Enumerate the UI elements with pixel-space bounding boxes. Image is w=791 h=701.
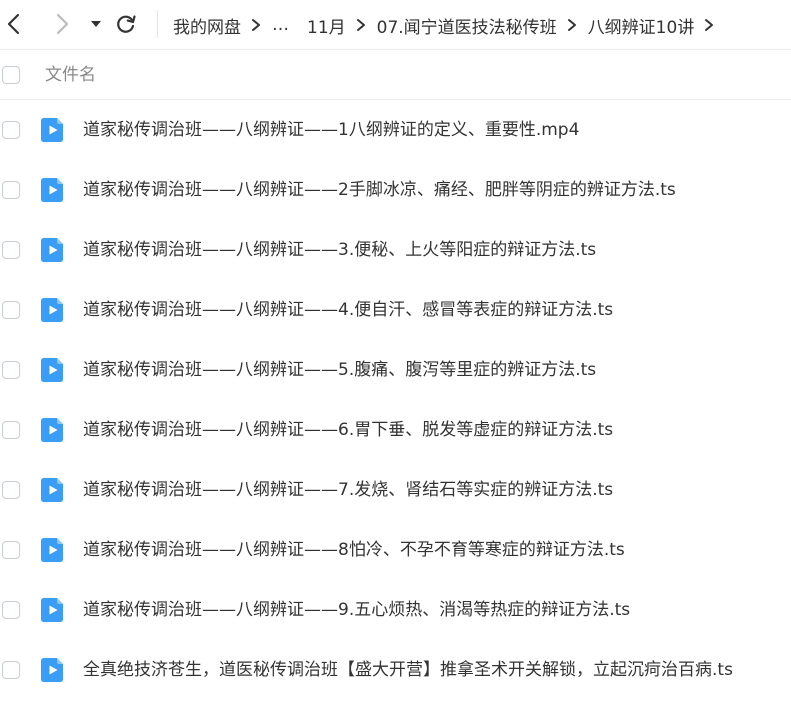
file-row[interactable]: 道家秘传调治班——八纲辨证——1八纲辨证的定义、重要性.mp4 bbox=[0, 100, 791, 160]
row-checkbox[interactable] bbox=[2, 601, 20, 619]
file-row[interactable]: 道家秘传调治班——八纲辨证——9.五心烦热、消渴等热症的辩证方法.ts bbox=[0, 580, 791, 640]
file-name[interactable]: 道家秘传调治班——八纲辨证——4.便自汗、感冒等表症的辩证方法.ts bbox=[83, 280, 613, 340]
row-checkbox[interactable] bbox=[2, 421, 20, 439]
video-file-icon bbox=[40, 417, 66, 443]
top-toolbar: 我的网盘 … 11月 07.闻宁道医技法秘传班 八纲辨证10讲 bbox=[0, 0, 791, 50]
column-header-filename[interactable]: 文件名 bbox=[45, 50, 96, 100]
video-file-icon bbox=[40, 357, 66, 383]
row-checkbox[interactable] bbox=[2, 661, 20, 679]
chevron-right-icon bbox=[251, 18, 261, 32]
file-name[interactable]: 道家秘传调治班——八纲辨证——1八纲辨证的定义、重要性.mp4 bbox=[83, 100, 579, 160]
file-name[interactable]: 道家秘传调治班——八纲辨证——8怕冷、不孕不育等寒症的辩证方法.ts bbox=[83, 520, 625, 580]
file-name[interactable]: 道家秘传调治班——八纲辨证——7.发烧、肾结石等实症的辨证方法.ts bbox=[83, 460, 613, 520]
video-file-icon bbox=[40, 657, 66, 683]
chevron-right-icon bbox=[567, 18, 577, 32]
breadcrumb-item-root[interactable]: 我的网盘 bbox=[173, 13, 241, 38]
file-row[interactable]: 道家秘传调治班——八纲辨证——6.胃下垂、脱发等虚症的辩证方法.ts bbox=[0, 400, 791, 460]
row-checkbox[interactable] bbox=[2, 301, 20, 319]
file-list: 道家秘传调治班——八纲辨证——1八纲辨证的定义、重要性.mp4 道家秘传调治班——… bbox=[0, 100, 791, 700]
file-name[interactable]: 道家秘传调治班——八纲辨证——9.五心烦热、消渴等热症的辩证方法.ts bbox=[83, 580, 630, 640]
file-row[interactable]: 道家秘传调治班——八纲辨证——7.发烧、肾结石等实症的辨证方法.ts bbox=[0, 460, 791, 520]
file-name[interactable]: 道家秘传调治班——八纲辨证——6.胃下垂、脱发等虚症的辩证方法.ts bbox=[83, 400, 613, 460]
row-checkbox[interactable] bbox=[2, 541, 20, 559]
file-row[interactable]: 道家秘传调治班——八纲辨证——5.腹痛、腹泻等里症的辨证方法.ts bbox=[0, 340, 791, 400]
breadcrumb-item-month[interactable]: 11月 bbox=[307, 13, 346, 38]
toolbar-divider bbox=[157, 10, 158, 38]
chevron-left-icon[interactable] bbox=[2, 12, 26, 36]
row-checkbox[interactable] bbox=[2, 181, 20, 199]
row-checkbox[interactable] bbox=[2, 241, 20, 259]
file-row[interactable]: 道家秘传调治班——八纲辨证——3.便秘、上火等阳症的辩证方法.ts bbox=[0, 220, 791, 280]
row-checkbox[interactable] bbox=[2, 361, 20, 379]
file-name[interactable]: 道家秘传调治班——八纲辨证——2手脚冰凉、痛经、肥胖等阴症的辨证方法.ts bbox=[83, 160, 676, 220]
video-file-icon bbox=[40, 117, 66, 143]
file-name[interactable]: 道家秘传调治班——八纲辨证——5.腹痛、腹泻等里症的辨证方法.ts bbox=[83, 340, 596, 400]
row-checkbox[interactable] bbox=[2, 481, 20, 499]
file-row[interactable]: 全真绝技济苍生，道医秘传调治班【盛大开营】推拿圣术开关解锁，立起沉疴治百病.ts bbox=[0, 640, 791, 700]
file-row[interactable]: 道家秘传调治班——八纲辨证——8怕冷、不孕不育等寒症的辩证方法.ts bbox=[0, 520, 791, 580]
chevron-right-icon[interactable] bbox=[50, 12, 74, 36]
list-header: 文件名 bbox=[0, 50, 791, 100]
file-name[interactable]: 道家秘传调治班——八纲辨证——3.便秘、上火等阳症的辩证方法.ts bbox=[83, 220, 596, 280]
chevron-right-icon bbox=[356, 18, 366, 32]
video-file-icon bbox=[40, 477, 66, 503]
caret-down-icon[interactable] bbox=[84, 12, 108, 36]
video-file-icon bbox=[40, 537, 66, 563]
file-row[interactable]: 道家秘传调治班——八纲辨证——4.便自汗、感冒等表症的辩证方法.ts bbox=[0, 280, 791, 340]
video-file-icon bbox=[40, 237, 66, 263]
refresh-icon[interactable] bbox=[114, 12, 138, 36]
breadcrumb: 我的网盘 … 11月 07.闻宁道医技法秘传班 八纲辨证10讲 bbox=[173, 0, 725, 50]
select-all-checkbox[interactable] bbox=[2, 66, 20, 84]
video-file-icon bbox=[40, 177, 66, 203]
row-checkbox[interactable] bbox=[2, 121, 20, 139]
breadcrumb-item-current[interactable]: 八纲辨证10讲 bbox=[588, 13, 695, 38]
breadcrumb-item-course[interactable]: 07.闻宁道医技法秘传班 bbox=[377, 13, 557, 38]
video-file-icon bbox=[40, 297, 66, 323]
file-row[interactable]: 道家秘传调治班——八纲辨证——2手脚冰凉、痛经、肥胖等阴症的辨证方法.ts bbox=[0, 160, 791, 220]
breadcrumb-item-ellipsis[interactable]: … bbox=[272, 15, 289, 35]
file-name[interactable]: 全真绝技济苍生，道医秘传调治班【盛大开营】推拿圣术开关解锁，立起沉疴治百病.ts bbox=[83, 640, 733, 700]
chevron-right-icon[interactable] bbox=[704, 18, 714, 32]
video-file-icon bbox=[40, 597, 66, 623]
